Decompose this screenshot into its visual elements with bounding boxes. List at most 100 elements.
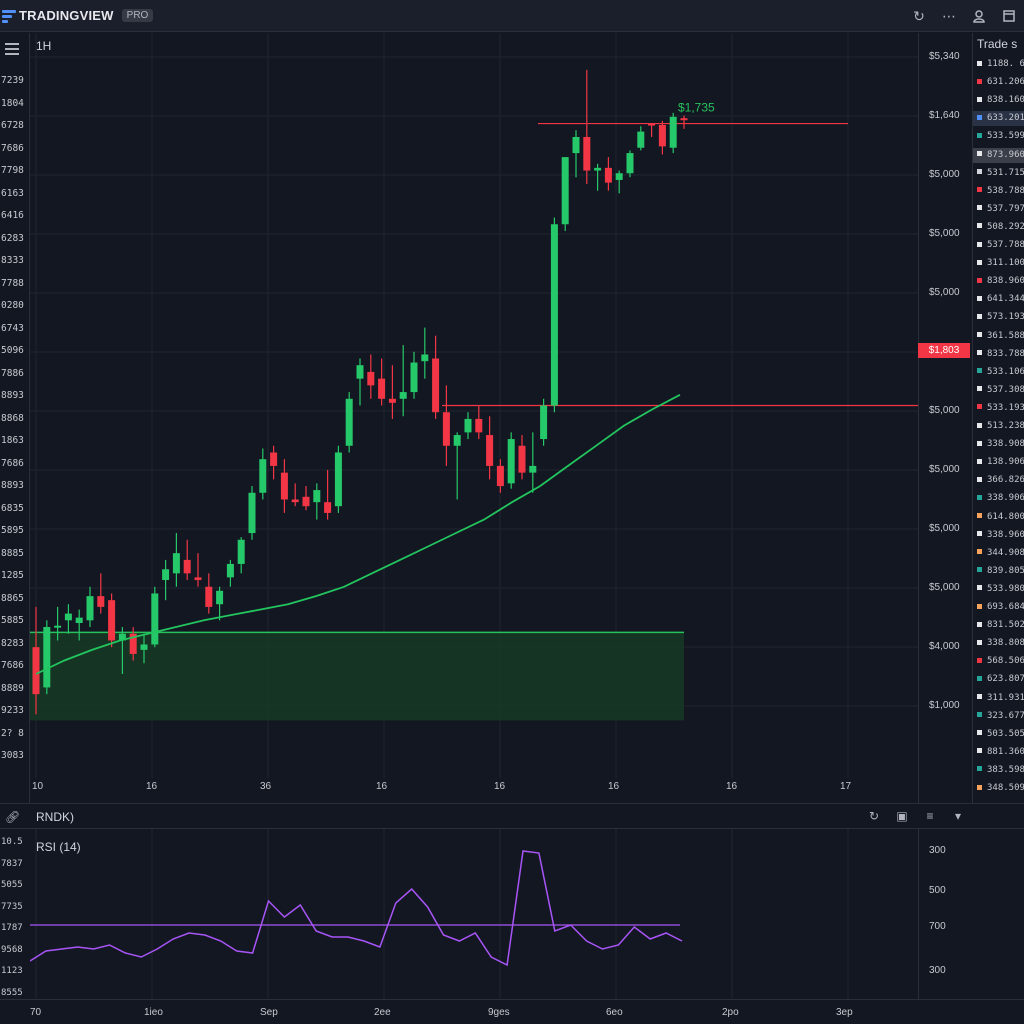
logo[interactable]: TRADINGVIEW PRO — [2, 8, 154, 23]
price-axis-label: $5,340 — [929, 51, 960, 62]
candle-body — [140, 644, 148, 650]
trade-row[interactable]: 614.800 — [973, 510, 1024, 525]
sync-icon[interactable]: ↻ — [860, 806, 888, 826]
trade-row[interactable]: 873.960 — [973, 147, 1024, 163]
link-icon[interactable]: 🔗︎ — [5, 810, 20, 824]
menu-icon[interactable] — [5, 43, 19, 55]
window-icon[interactable] — [994, 0, 1024, 32]
trade-row[interactable]: 513.238 — [973, 419, 1024, 434]
indicator-name[interactable]: RNDK) — [36, 810, 74, 824]
trade-marker-icon — [977, 712, 982, 718]
trade-marker-icon — [977, 422, 982, 428]
trade-row[interactable]: 537.308 — [973, 383, 1024, 398]
candle-body — [550, 224, 558, 406]
trade-row[interactable]: 633.201 — [973, 111, 1024, 127]
trade-row[interactable]: 344.908 — [973, 546, 1024, 561]
candle-body — [648, 123, 656, 126]
candle-body — [54, 625, 62, 628]
trade-row[interactable]: 623.807 — [973, 672, 1024, 687]
trade-row[interactable]: 573.193 — [973, 310, 1024, 325]
trade-row[interactable]: 533.106 — [973, 365, 1024, 380]
candle-body — [540, 405, 548, 440]
trade-marker-icon — [977, 494, 982, 500]
settings-icon[interactable]: ≡ — [916, 806, 944, 826]
trade-row[interactable]: 531.715 — [973, 166, 1024, 181]
trade-row[interactable]: 138.906 — [973, 455, 1024, 470]
trade-row[interactable]: 881.360 — [973, 745, 1024, 760]
candle-body — [529, 465, 537, 473]
user-icon[interactable] — [964, 0, 994, 32]
left-price-label: 2? 8 — [1, 727, 24, 739]
left-price-label: 6163 — [1, 187, 24, 199]
left-price-label: 8885 — [1, 547, 24, 559]
trade-row[interactable]: 508.292 — [973, 220, 1024, 235]
trade-row[interactable]: 833.788 — [973, 347, 1024, 362]
trade-row[interactable]: 323.677 — [973, 709, 1024, 724]
trade-row[interactable]: 533.980 — [973, 582, 1024, 597]
rsi-chart[interactable] — [30, 829, 918, 999]
chevron-down-icon[interactable]: ▾ — [944, 806, 972, 826]
trade-row[interactable]: 338.960 — [973, 528, 1024, 543]
trade-row[interactable]: 338.908 — [973, 437, 1024, 452]
bottom-time-label: 70 — [30, 1007, 42, 1018]
trade-row[interactable]: 503.505 — [973, 727, 1024, 742]
trade-value: 537.308 — [987, 384, 1024, 395]
bottom-time-label: 9ges — [488, 1007, 510, 1018]
trade-value: 641.344 — [987, 294, 1024, 305]
trade-marker-icon — [977, 132, 982, 138]
rsi-left-label: 1123 — [1, 966, 23, 976]
trade-row[interactable]: 348.509 — [973, 781, 1024, 796]
trade-marker-icon — [977, 313, 982, 319]
timeframe-label[interactable]: 1H — [36, 39, 51, 53]
candle-body — [388, 398, 396, 403]
candle-body — [496, 465, 504, 487]
trade-value: 831.502 — [987, 620, 1024, 631]
time-axis-label: 16 — [494, 781, 506, 792]
trade-row[interactable]: 568.506 — [973, 654, 1024, 669]
trade-value: 881.360 — [987, 746, 1024, 757]
trade-row[interactable]: 641.344 — [973, 292, 1024, 307]
trade-marker-icon — [977, 476, 982, 482]
trade-row[interactable]: 537.788 — [973, 238, 1024, 253]
trade-row[interactable]: 361.588 — [973, 329, 1024, 344]
trade-row[interactable]: 533.193 — [973, 401, 1024, 416]
trade-marker-icon — [977, 585, 982, 591]
price-annotation: $1,735 — [678, 101, 715, 115]
trade-row[interactable]: 537.797 — [973, 202, 1024, 217]
trade-row[interactable]: 366.826 — [973, 473, 1024, 488]
trade-row[interactable]: 311.931 — [973, 691, 1024, 706]
trade-row[interactable]: 839.805 — [973, 564, 1024, 579]
trade-marker-icon — [977, 657, 982, 663]
candle-body — [291, 499, 299, 503]
trade-value: 344.908 — [987, 547, 1024, 558]
trade-row[interactable]: 338.808 — [973, 636, 1024, 651]
candle-body — [345, 398, 353, 446]
bottom-time-axis[interactable]: 70 1ieo Sep 2ee 9ges 6eo 2po 3ep — [0, 999, 1024, 1024]
more-icon[interactable]: ⋯ — [934, 0, 964, 32]
trade-row[interactable]: 693.684 — [973, 600, 1024, 615]
trade-row[interactable]: 831.502 — [973, 618, 1024, 633]
left-price-label: 5885 — [1, 615, 24, 626]
trade-value: 338.808 — [987, 638, 1024, 649]
price-chart[interactable]: $1,735 — [30, 33, 918, 803]
price-axis[interactable]: $5,340$1,640$5,000$5,000$5,000$2,000$5,0… — [918, 33, 972, 803]
time-axis[interactable]: 10 16 36 16 16 16 16 17 — [30, 778, 918, 800]
candle-body — [637, 131, 645, 148]
candle-body — [594, 167, 602, 171]
trade-row[interactable]: 631.206 — [973, 75, 1024, 90]
trade-row[interactable]: 538.788 — [973, 184, 1024, 199]
trade-marker-icon — [977, 748, 982, 754]
rsi-axis-label: 300 — [929, 845, 946, 856]
window-icon[interactable]: ▣ — [888, 806, 916, 826]
trade-row[interactable]: 383.598 — [973, 763, 1024, 778]
trade-row[interactable]: 1188. 6 — [973, 57, 1024, 72]
trade-row[interactable]: 838.960 — [973, 274, 1024, 289]
candle-body — [442, 412, 450, 446]
trade-row[interactable]: 838.160 — [973, 93, 1024, 108]
sync-icon[interactable]: ↻ — [904, 0, 934, 32]
trade-row[interactable]: 533.599 — [973, 129, 1024, 144]
trade-row[interactable]: 338.906 — [973, 491, 1024, 506]
candle-body — [172, 553, 180, 574]
trade-row[interactable]: 311.100 — [973, 256, 1024, 271]
trade-value: 533.980 — [987, 583, 1024, 594]
